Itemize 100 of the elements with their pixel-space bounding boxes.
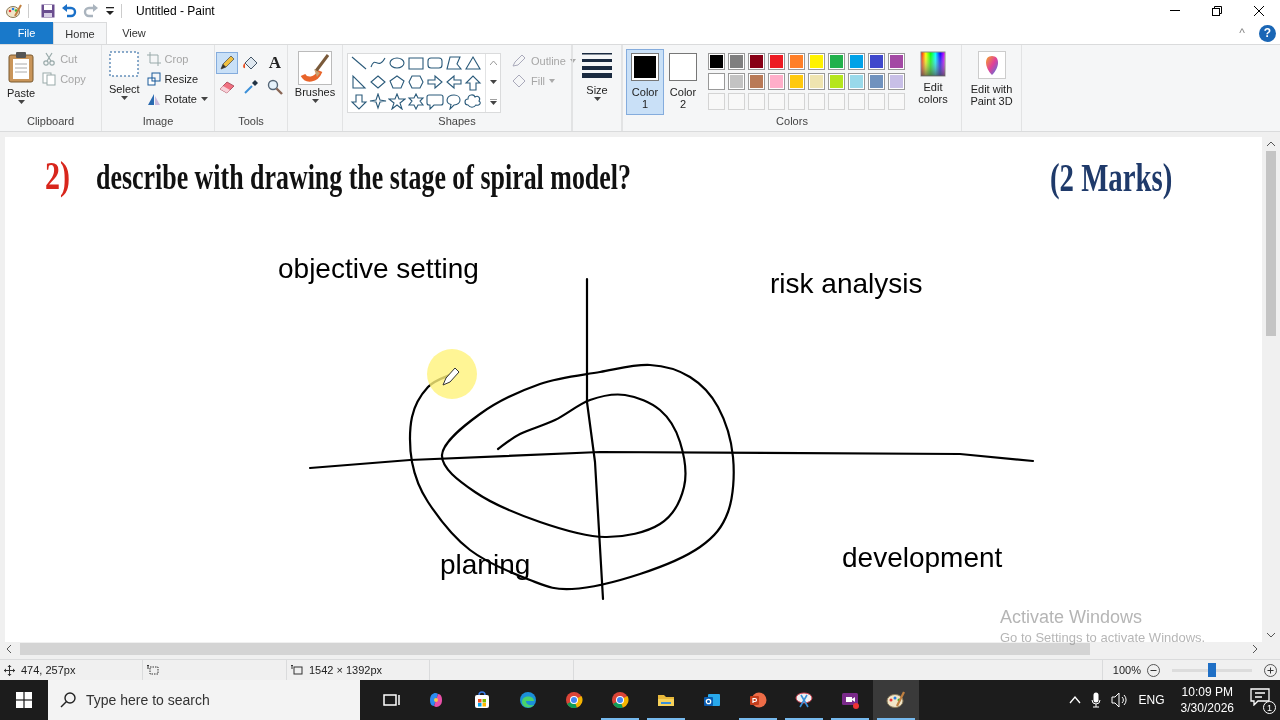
empty-color-slot[interactable] [708, 93, 725, 110]
file-menu-tab[interactable]: File [0, 22, 53, 44]
rectangular-callout-shape-icon[interactable] [426, 93, 444, 110]
caret-icon[interactable] [1068, 696, 1081, 704]
oval-callout-shape-icon[interactable] [445, 93, 463, 110]
palette-color[interactable] [768, 73, 785, 90]
caret-icon [549, 79, 556, 83]
text-tool-button[interactable]: A [264, 52, 286, 74]
zoom-in-icon[interactable] [1264, 663, 1277, 677]
clock[interactable]: 10:09 PM 3/30/2026 [1180, 684, 1234, 716]
palette-color[interactable] [708, 73, 725, 90]
color-slot-button[interactable]: Color 2 [664, 49, 702, 115]
empty-color-slot[interactable] [788, 93, 805, 110]
palette-color[interactable] [728, 73, 745, 90]
help-button[interactable]: ? [1259, 24, 1276, 42]
empty-color-slot[interactable] [888, 93, 905, 110]
empty-color-slot[interactable] [748, 93, 765, 110]
palette-color[interactable] [808, 53, 825, 70]
palette-color[interactable] [728, 53, 745, 70]
rotate-icon [146, 92, 161, 106]
rotate-button[interactable]: Rotate [146, 89, 208, 109]
speaker-icon[interactable] [1110, 692, 1129, 708]
undo-icon[interactable] [61, 4, 77, 18]
diamond-shape-icon[interactable] [369, 74, 387, 91]
scroll-down-icon[interactable] [489, 80, 497, 84]
save-icon[interactable] [41, 4, 55, 18]
ribbon-tab[interactable]: View [107, 22, 161, 44]
palette-color[interactable] [868, 53, 885, 70]
palette-color[interactable] [788, 73, 805, 90]
taskbar-button[interactable] [873, 680, 919, 720]
collapse-ribbon-button[interactable]: ^ [1239, 27, 1245, 39]
size-button[interactable]: Size [578, 49, 616, 115]
down-arrow-shape-icon[interactable] [350, 93, 368, 110]
eyedropper-icon [243, 79, 259, 95]
palette-color[interactable] [748, 73, 765, 90]
empty-color-slot[interactable] [848, 93, 865, 110]
right-arrow-shape-icon[interactable] [426, 74, 444, 91]
right-triangle-shape-icon[interactable] [350, 74, 368, 91]
empty-color-slot[interactable] [808, 93, 825, 110]
select-button[interactable]: Select [106, 49, 143, 115]
language-indicator[interactable]: ENG [1138, 693, 1165, 707]
notifications-button[interactable]: 1 [1250, 688, 1274, 712]
palette-color[interactable] [848, 73, 865, 90]
zoom-level: 100% [1112, 664, 1141, 676]
polygon-shape-icon[interactable] [445, 55, 463, 72]
magnifier-icon [267, 79, 283, 95]
paint-3d-button[interactable]: Edit with Paint 3D [959, 49, 1024, 115]
scrollbar-thumb[interactable] [1266, 151, 1276, 336]
video-camera-icon [840, 690, 860, 710]
resize-button[interactable]: Resize [146, 69, 208, 89]
caret-icon [17, 100, 25, 104]
empty-color-slot[interactable] [728, 93, 745, 110]
slider-thumb[interactable] [1208, 663, 1216, 677]
scrollbar-thumb[interactable] [20, 643, 1090, 655]
palette-color[interactable] [788, 53, 805, 70]
dropdown-arrow-icon[interactable] [105, 6, 115, 16]
left-arrow-shape-icon[interactable] [445, 74, 463, 91]
zoom-out-icon[interactable] [1147, 663, 1160, 677]
scroll-right-icon[interactable] [1252, 645, 1258, 653]
palette-color[interactable] [768, 53, 785, 70]
search-field[interactable]: Type here to search [48, 680, 360, 720]
palette-color[interactable] [828, 73, 845, 90]
expand-gallery-icon[interactable] [489, 98, 497, 105]
group-label: Tools [237, 115, 265, 129]
scroll-down-icon[interactable] [1267, 632, 1275, 638]
pentagon-shape-icon[interactable] [388, 74, 406, 91]
palette-color[interactable] [708, 53, 725, 70]
scroll-left-icon[interactable] [6, 645, 12, 653]
empty-color-slot[interactable] [868, 93, 885, 110]
four-point-star-shape-icon[interactable] [369, 93, 387, 110]
microphone-icon[interactable] [1090, 692, 1101, 708]
triangle-shape-icon[interactable] [464, 55, 482, 72]
rounded-rectangle-shape-icon[interactable] [426, 55, 444, 72]
brushes-button[interactable]: Brushes [291, 49, 339, 115]
hexagon-shape-icon[interactable] [407, 74, 425, 91]
palette-color[interactable] [888, 53, 905, 70]
canvas-text: development [842, 542, 1003, 574]
paste-button[interactable]: Paste [4, 49, 39, 115]
oval-shape-icon[interactable] [388, 55, 406, 72]
scroll-up-icon[interactable] [1267, 141, 1275, 147]
ribbon-tab[interactable]: Home [53, 22, 107, 44]
edit-colors-button[interactable]: Edit colors [909, 49, 957, 115]
color-slot-button[interactable]: Color 1 [626, 49, 664, 115]
palette-color[interactable] [868, 73, 885, 90]
up-arrow-shape-icon[interactable] [464, 74, 482, 91]
line-width-icon [581, 51, 613, 79]
six-point-star-shape-icon[interactable] [407, 93, 425, 110]
restore-icon [1212, 6, 1222, 16]
line-shape-icon[interactable] [350, 55, 368, 72]
pencil-tool-button[interactable] [216, 52, 238, 74]
palette-color[interactable] [828, 53, 845, 70]
paint-app-icon[interactable] [6, 3, 22, 19]
empty-color-slot[interactable] [768, 93, 785, 110]
empty-color-slot[interactable] [828, 93, 845, 110]
palette-color[interactable] [748, 53, 765, 70]
palette-color[interactable] [848, 53, 865, 70]
palette-color[interactable] [888, 73, 905, 90]
cloud-callout-shape-icon[interactable] [464, 93, 482, 110]
palette-color[interactable] [808, 73, 825, 90]
five-point-star-shape-icon[interactable] [388, 93, 406, 110]
